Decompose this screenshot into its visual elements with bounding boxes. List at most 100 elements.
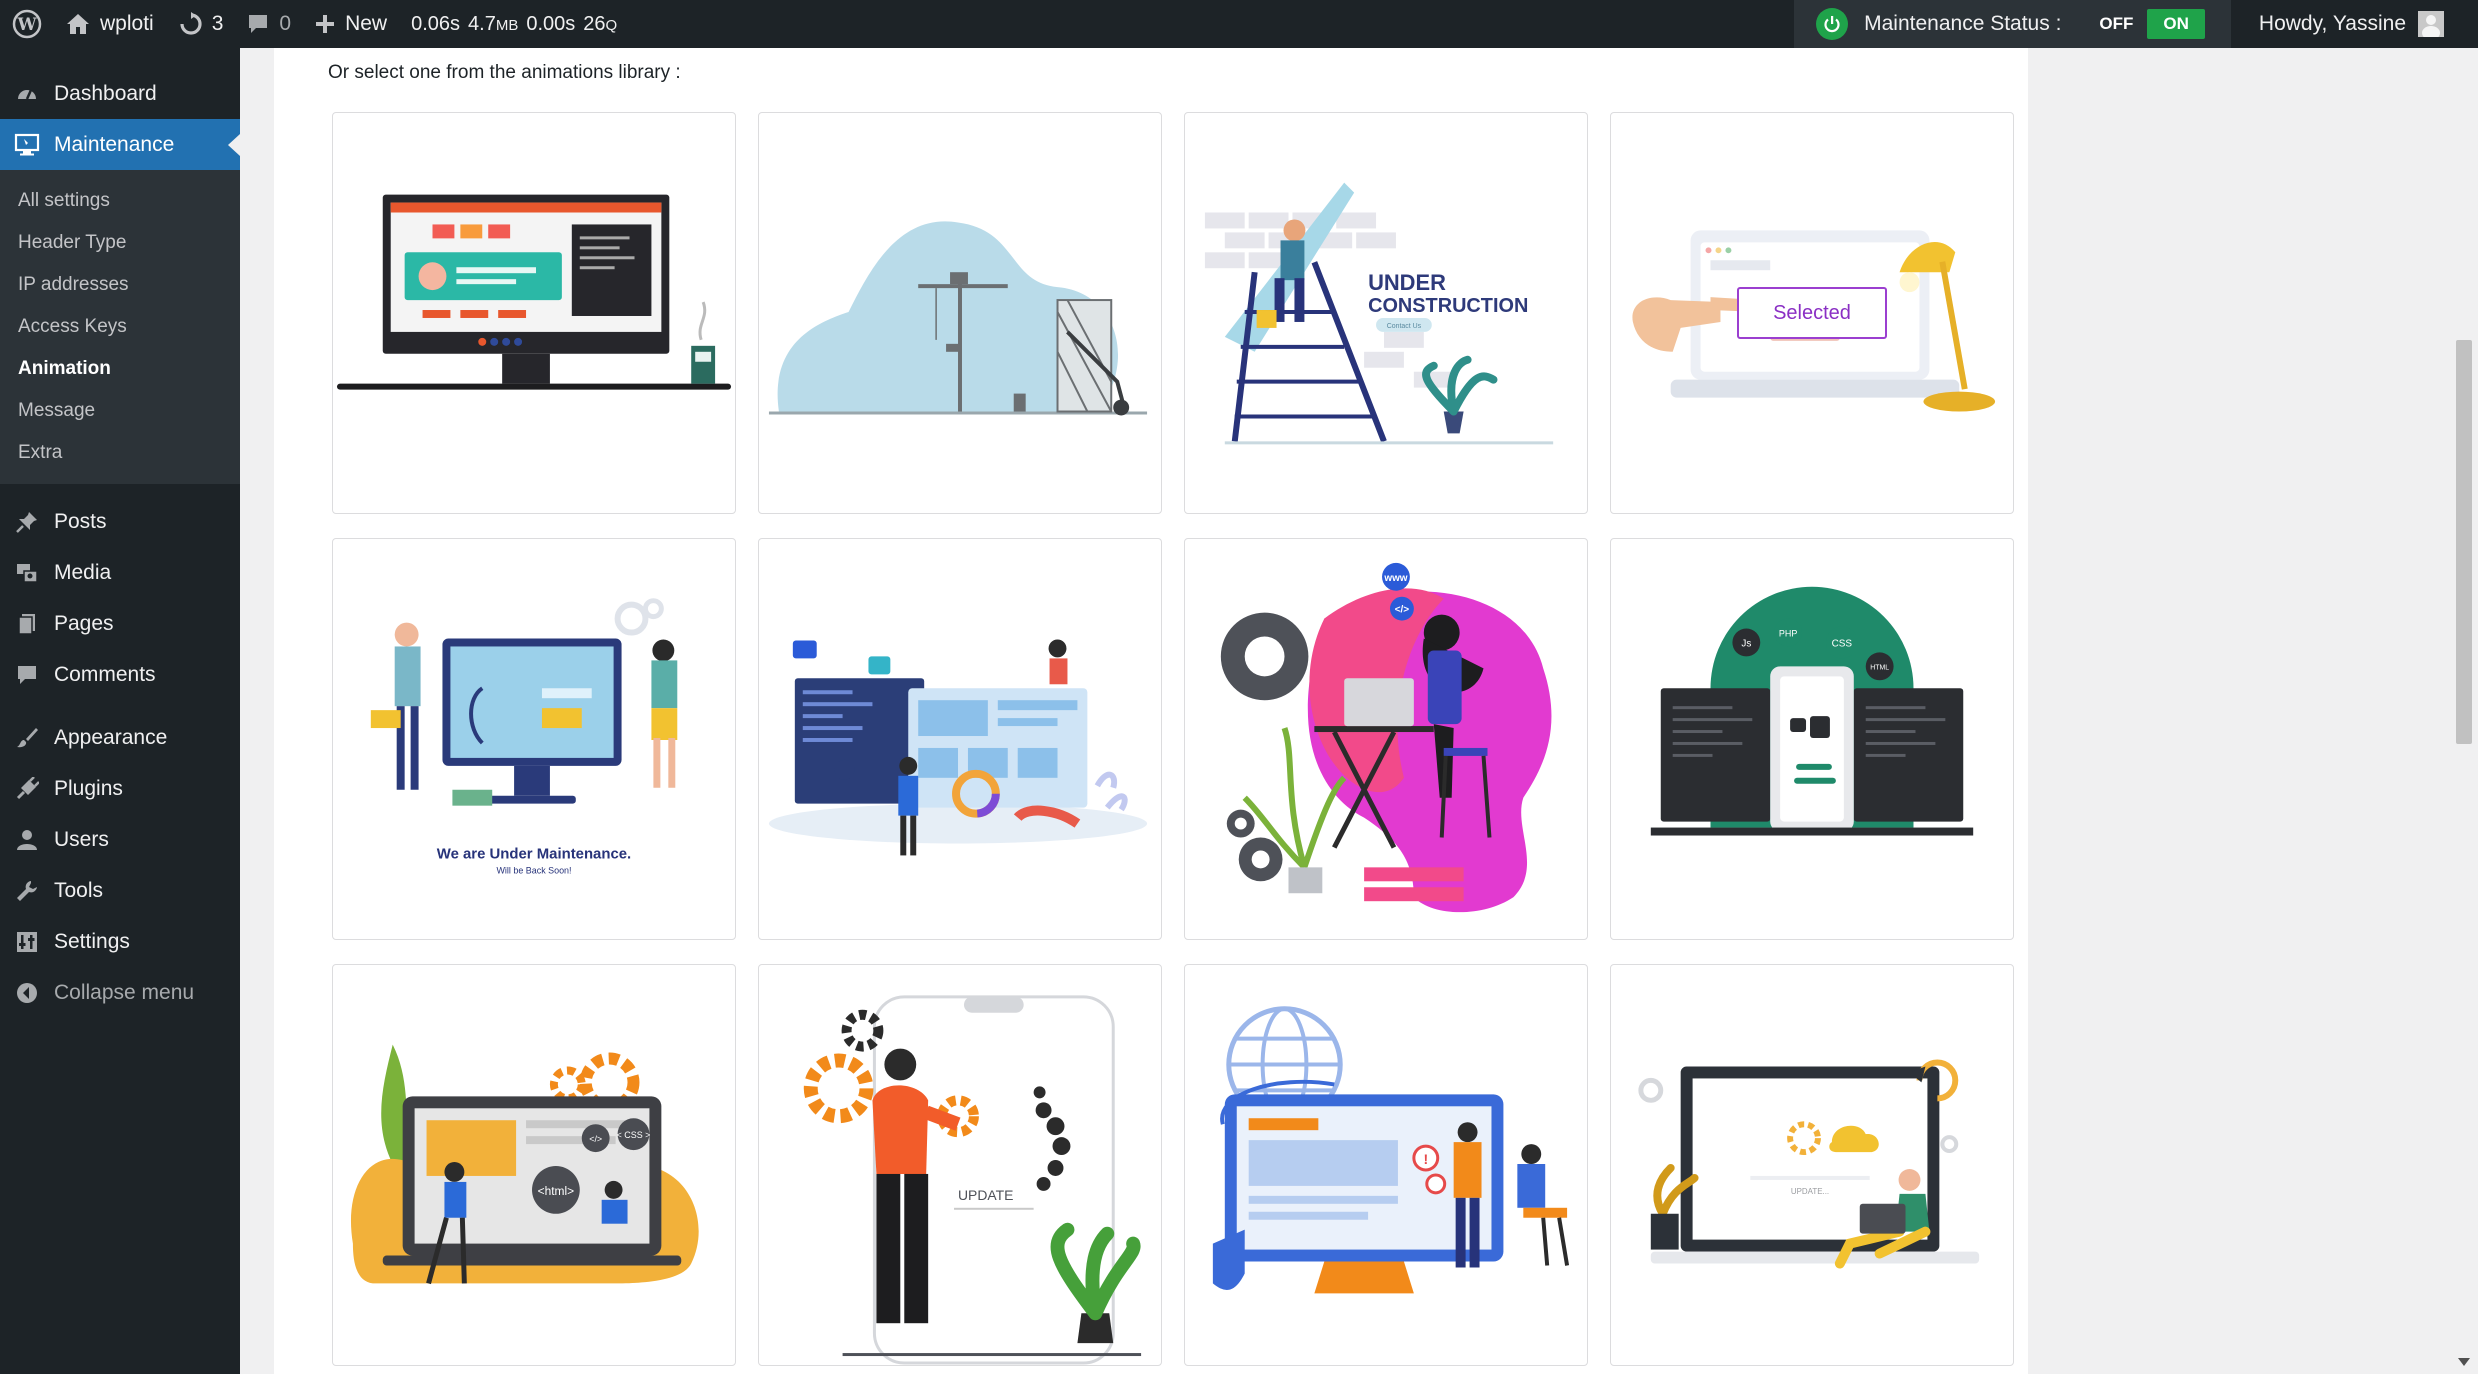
submenu-header-type[interactable]: Header Type [0, 222, 240, 264]
maintenance-status-label: Maintenance Status : [1864, 12, 2062, 35]
animation-option-9[interactable]: <html> </> < CSS > [332, 964, 736, 1366]
monitor-illustration [336, 194, 732, 390]
under-text: UNDER [1368, 270, 1446, 295]
animation-option-3[interactable]: UNDER CONSTRUCTION Contact Us [1184, 112, 1588, 514]
updates-link[interactable]: 3 [166, 0, 236, 48]
construction-crane-illustration [768, 221, 1148, 416]
website-globe-shield-illustration: ! [1212, 1006, 1570, 1294]
submenu-all-settings[interactable]: All settings [0, 180, 240, 222]
debug-info[interactable]: 0.06s 4.7MB 0.00s 26Q [399, 0, 629, 48]
we-are-under-maintenance-illustration: We are Under Maintenance. Will be Back S… [370, 598, 678, 875]
pages-icon [14, 611, 40, 637]
html-css-laptop-illustration: <html> </> < CSS > [350, 1044, 699, 1285]
html-tag-text: <html> [538, 1184, 575, 1198]
submenu-animation[interactable]: Animation [0, 348, 240, 390]
scrollbar-thumb[interactable] [2456, 340, 2472, 744]
comment-bubble-icon [247, 13, 269, 35]
woman-laptop-lightbulb-illustration: www </> [1220, 562, 1552, 913]
submenu-extra[interactable]: Extra [0, 432, 240, 474]
update-text: UPDATE [958, 1187, 1013, 1203]
www-badge-text: www [1383, 573, 1407, 584]
plugin-icon [14, 776, 40, 802]
new-content-link[interactable]: New [303, 0, 399, 48]
menu-maintenance[interactable]: Maintenance [0, 119, 240, 170]
menu-dashboard[interactable]: Dashboard [0, 68, 240, 119]
toggle-on[interactable]: ON [2147, 9, 2205, 39]
maintenance-title-text: We are Under Maintenance. [437, 845, 631, 862]
selected-badge: Selected [1737, 287, 1887, 339]
avatar [2418, 11, 2444, 37]
website-update-laptop-illustration: UPDATE... [1638, 1059, 1980, 1269]
menu-comments[interactable]: Comments [0, 649, 240, 700]
menu-tools[interactable]: Tools [0, 865, 240, 916]
comments-count: 0 [279, 12, 292, 35]
animation-option-8[interactable]: Js PHP CSS HTML [1610, 538, 2014, 940]
power-icon [1816, 8, 1849, 40]
submenu-message[interactable]: Message [0, 390, 240, 432]
code-tag-text: </> [589, 1134, 602, 1144]
user-account-menu[interactable]: Howdy, Yassine [2231, 11, 2478, 37]
animations-library-label: Or select one from the animations librar… [328, 62, 681, 83]
admin-bar: W wploti 3 0 New 0.06s 4.7MB 0.00s 26Q M… [0, 0, 2478, 48]
svg-text:W: W [16, 15, 37, 35]
comments-link[interactable]: 0 [235, 0, 303, 48]
animation-option-2[interactable] [758, 112, 1162, 514]
maintenance-toggle[interactable]: OFF ON [2085, 9, 2205, 39]
howdy-text: Howdy, Yassine [2258, 12, 2406, 35]
maintenance-subtitle-text: Will be Back Soon! [496, 865, 571, 875]
menu-users[interactable]: Users [0, 814, 240, 865]
monitor-icon [14, 132, 40, 158]
code-badge-text: </> [1395, 605, 1410, 616]
collapse-menu-button[interactable]: Collapse menu [0, 967, 240, 1018]
new-label: New [345, 12, 388, 35]
wrench-icon [14, 878, 40, 904]
web-development-team-illustration [768, 639, 1148, 856]
php-badge-text: PHP [1779, 629, 1797, 639]
site-name: wploti [100, 12, 154, 35]
animation-option-6[interactable] [758, 538, 1162, 940]
site-name-link[interactable]: wploti [54, 0, 166, 48]
page-scrollbar[interactable] [2448, 48, 2478, 1374]
paintbrush-icon [14, 725, 40, 751]
admin-sidebar: Dashboard Maintenance All settings Heade… [0, 48, 240, 1374]
debug-memory: 4.7MB [468, 12, 519, 35]
scroll-down-arrow-icon[interactable] [2458, 1358, 2470, 1366]
animation-option-4-selected[interactable]: Selected [1610, 112, 2014, 514]
updates-count: 3 [211, 12, 224, 35]
menu-pages[interactable]: Pages [0, 598, 240, 649]
settings-icon [14, 929, 40, 955]
animations-grid: UNDER CONSTRUCTION Contact Us Selected W… [332, 112, 2014, 1374]
animation-option-1[interactable] [332, 112, 736, 514]
wordpress-logo-icon[interactable]: W [0, 0, 54, 48]
maintenance-status: Maintenance Status : OFF ON [1794, 0, 2231, 48]
svg-text:!: ! [1423, 1151, 1428, 1167]
users-icon [14, 827, 40, 853]
maintenance-submenu: All settings Header Type IP addresses Ac… [0, 170, 240, 484]
animation-option-10[interactable]: UPDATE [758, 964, 1162, 1366]
toggle-off[interactable]: OFF [2085, 10, 2147, 38]
menu-plugins[interactable]: Plugins [0, 763, 240, 814]
code-languages-monitors-illustration: Js PHP CSS HTML [1650, 586, 1974, 836]
construction-text: CONSTRUCTION [1368, 295, 1528, 317]
submenu-access-keys[interactable]: Access Keys [0, 306, 240, 348]
comments-icon [14, 662, 40, 688]
contact-us-text: Contact Us [1387, 323, 1422, 330]
css-tag-text: < CSS > [617, 1130, 651, 1140]
plus-icon [315, 14, 335, 34]
menu-media[interactable]: Media [0, 547, 240, 598]
animation-option-11[interactable]: ! [1184, 964, 1588, 1366]
submenu-ip-addresses[interactable]: IP addresses [0, 264, 240, 306]
debug-query-time: 0.00s [526, 12, 576, 35]
menu-settings[interactable]: Settings [0, 916, 240, 967]
under-construction-illustration: UNDER CONSTRUCTION Contact Us [1204, 182, 1554, 445]
animation-option-12[interactable]: UPDATE... [1610, 964, 2014, 1366]
js-badge-text: Js [1741, 638, 1751, 649]
animation-option-7[interactable]: www </> [1184, 538, 1588, 940]
dashboard-icon [14, 81, 40, 107]
menu-appearance[interactable]: Appearance [0, 712, 240, 763]
menu-posts[interactable]: Posts [0, 496, 240, 547]
animation-option-5[interactable]: We are Under Maintenance. Will be Back S… [332, 538, 736, 940]
collapse-arrow-icon [14, 980, 40, 1006]
pushpin-icon [14, 509, 40, 535]
home-icon [66, 13, 90, 35]
